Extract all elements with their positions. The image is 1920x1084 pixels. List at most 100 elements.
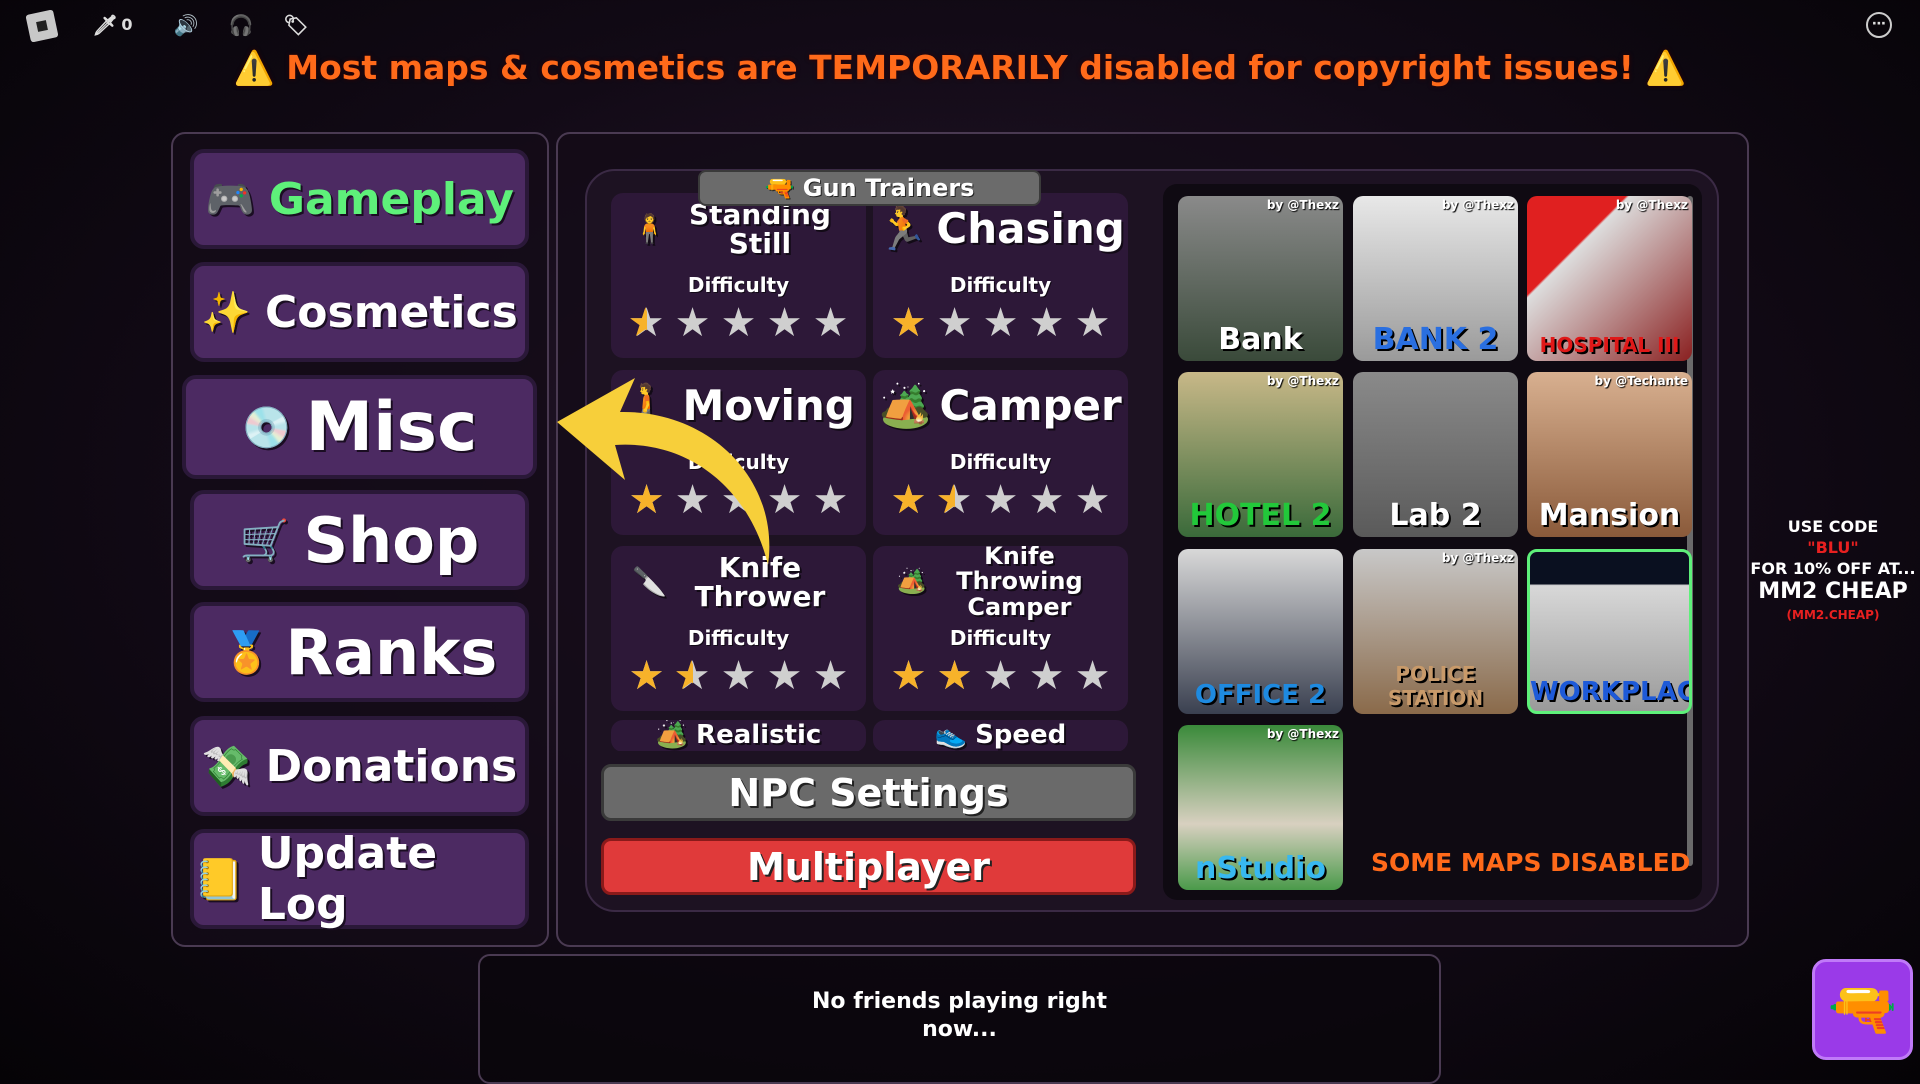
difficulty-label: Difficulty (687, 273, 790, 297)
headset-icon[interactable]: 🎧 (228, 12, 254, 38)
difficulty-label: Difficulty (949, 626, 1052, 650)
map-author: by @Thexz (1266, 374, 1339, 388)
sidebar-label: Donations (265, 740, 518, 792)
sidebar-item-update-log[interactable]: 📒 Update Log (190, 828, 529, 930)
trainer-title: Knife Throwing Camper (956, 546, 1083, 621)
map-tile[interactable]: by @Thexz Bank (1178, 196, 1343, 361)
speaker-icon[interactable]: 🔊 (173, 12, 199, 38)
map-author: by @Techante (1594, 374, 1689, 388)
map-tile[interactable]: by @Thexz HOTEL 2 (1178, 372, 1343, 537)
map-author: by @Thexz (1266, 727, 1339, 741)
multiplayer-button[interactable]: Multiplayer (601, 838, 1136, 895)
star-icon: ★★ (812, 477, 849, 523)
star-icon: ★★ (936, 653, 973, 699)
friends-status: No friends playing right now... (478, 954, 1441, 1084)
kills-count: 0 (121, 15, 133, 34)
water-gun-icon: 🔫 (764, 174, 795, 202)
map-author: by @Thexz (1441, 198, 1514, 212)
trainer-card[interactable]: 🏕️CamperDifficulty★★★★★★★★★★ (873, 370, 1128, 535)
map-name: BANK 2 (1372, 322, 1499, 357)
promo-ad: USE CODE "BLU" FOR 10% OFF AT... MM2 CHE… (1750, 516, 1916, 626)
sidebar-icon: 💸 (201, 743, 252, 790)
map-tile[interactable]: by @Thexz BANK 2 (1353, 196, 1518, 361)
sidebar-label: Misc (305, 387, 478, 467)
more-icon[interactable]: ⋯ (1866, 12, 1892, 38)
map-tile[interactable]: by @Techante Mansion (1527, 372, 1692, 537)
sidebar-item-misc[interactable]: 💿 Misc (182, 375, 537, 479)
roblox-menu-icon[interactable] (25, 9, 59, 43)
ad-line1: USE CODE (1787, 517, 1879, 536)
sidebar-label: Ranks (285, 615, 498, 689)
star-icon: ★★ (1028, 653, 1065, 699)
sidebar-item-shop[interactable]: 🛒 Shop (190, 490, 529, 590)
trainer-card[interactable]: 👟 Speed (873, 720, 1128, 752)
star-icon: ★★ (674, 300, 711, 346)
tab-gun-trainers[interactable]: 🔫 Gun Trainers (698, 170, 1041, 206)
sidebar-label: Cosmetics (265, 286, 518, 338)
map-name: nStudio (1194, 851, 1327, 886)
trainer-title: Chasing (936, 203, 1125, 253)
star-icon: ★★ (890, 300, 927, 346)
gun-shop-button[interactable]: 🔫 (1812, 959, 1913, 1060)
sidebar-label: Update Log (257, 828, 438, 930)
map-tile[interactable]: by @Thexz POLICE STATION (1353, 549, 1518, 714)
sidebar-item-ranks[interactable]: 🏅 Ranks (190, 602, 529, 702)
trainer-icon: 🏕️ (896, 567, 927, 596)
trainer-card[interactable]: 🏃ChasingDifficulty★★★★★★★★★★ (873, 193, 1128, 358)
map-author: by @Thexz (1266, 198, 1339, 212)
map-name: HOTEL 2 (1189, 498, 1332, 533)
star-icon: ★★ (1074, 300, 1111, 346)
map-name: WORKPLACE (1530, 677, 1689, 707)
map-name: Bank (1218, 322, 1303, 357)
star-icon: ★★ (628, 653, 665, 699)
sidebar-item-donations[interactable]: 💸 Donations (190, 716, 529, 816)
star-icon: ★★ (1028, 300, 1065, 346)
trainer-icon: 🏕️ (879, 380, 932, 430)
trainer-icon: 👟 (934, 720, 968, 751)
map-name: Mansion (1538, 498, 1681, 533)
difficulty-label: Difficulty (949, 273, 1052, 297)
gun-icon: 🔫 (1827, 977, 1898, 1042)
map-tile[interactable]: OFFICE 2 (1178, 549, 1343, 714)
difficulty-label: Difficulty (687, 626, 790, 650)
sidebar-label: Gameplay (268, 173, 514, 225)
sidebar-icon: 📒 (194, 856, 244, 903)
star-icon: ★★ (935, 477, 973, 523)
npc-settings-button[interactable]: NPC Settings (601, 764, 1136, 821)
star-icon: ★★ (627, 300, 665, 346)
trainer-title: Camper (939, 380, 1122, 430)
star-icon: ★★ (1074, 653, 1111, 699)
tag-icon[interactable]: 🏷 (283, 12, 309, 38)
star-icon: ★★ (812, 300, 849, 346)
friends-status-text: No friends playing right now... (812, 989, 1107, 1042)
ad-url: (MM2.CHEAP) (1786, 608, 1880, 622)
star-icon: ★★ (766, 300, 803, 346)
map-tile[interactable]: by @Thexz HOSPITAL III (1527, 196, 1692, 361)
sidebar-label: Shop (303, 503, 480, 577)
trainer-card[interactable]: 🏕️ Realistic (611, 720, 866, 752)
trainer-icon: 🏃 (876, 203, 929, 253)
star-icon: ★★ (982, 300, 1019, 346)
map-tile[interactable]: by @Thexz nStudio (1178, 725, 1343, 890)
maps-disabled-notice: SOME MAPS DISABLED (1371, 848, 1691, 877)
star-icon: ★★ (1074, 477, 1111, 523)
map-name: OFFICE 2 (1194, 680, 1327, 710)
star-icon: ★★ (720, 653, 757, 699)
yellow-arrow-annotation (557, 378, 770, 565)
trainer-card[interactable]: 🏕️ Knife Throwing Camper Difficulty ★ ★ ★ ★ ★ ★ ★… (873, 546, 1128, 711)
ad-line2: FOR 10% OFF AT... (1750, 559, 1916, 578)
star-icon: ★★ (812, 653, 849, 699)
sidebar-icon: 💿 (241, 404, 292, 451)
trainer-card[interactable]: 🧍Standing StillDifficulty★★★★★★★★★★ (611, 193, 866, 358)
map-tile[interactable]: Lab 2 (1353, 372, 1518, 537)
map-tile[interactable]: WORKPLACE (1527, 549, 1692, 714)
star-icon: ★★ (936, 300, 973, 346)
sidebar-item-gameplay[interactable]: 🎮 Gameplay (190, 149, 529, 249)
sidebar-item-cosmetics[interactable]: ✨ Cosmetics (190, 262, 529, 362)
ad-logo: MM2 CHEAP (1758, 579, 1908, 604)
sidebar-icon: 🏅 (221, 629, 272, 676)
star-icon: ★★ (982, 477, 1019, 523)
sidebar-icon: ✨ (201, 289, 251, 336)
difficulty-rating: ★★★★★★★★★★ (611, 653, 866, 699)
list-clip (611, 751, 1128, 759)
